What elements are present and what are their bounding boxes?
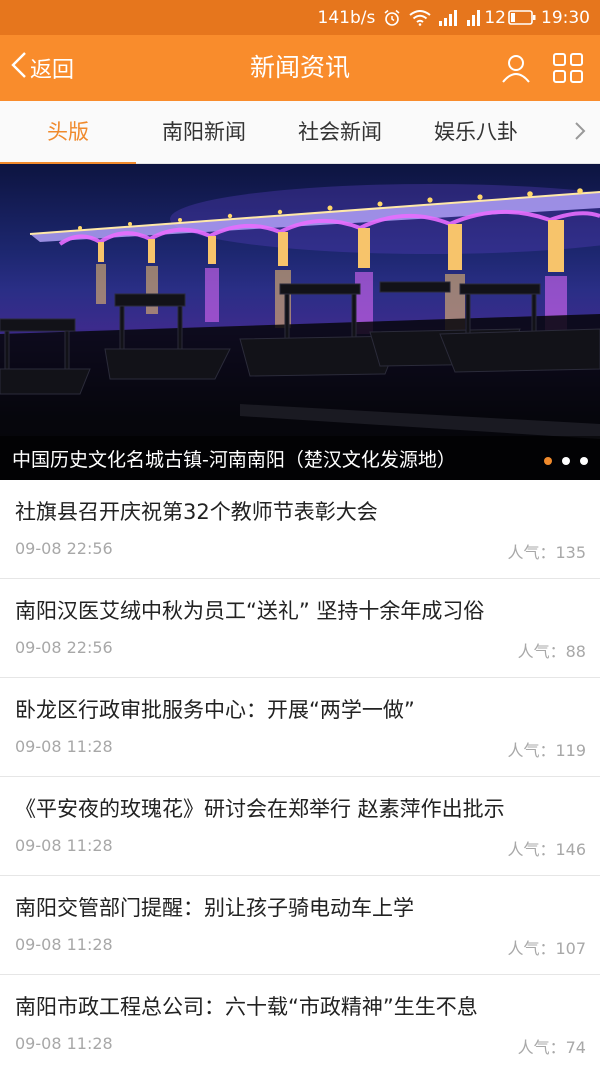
banner-caption: 中国历史文化名城古镇-河南南阳（楚汉文化发源地） [12, 449, 456, 471]
news-time: 09-08 11:28 [15, 836, 113, 855]
carousel-dot[interactable] [562, 457, 570, 465]
news-item[interactable]: 《平安夜的玫瑰花》研讨会在郑举行 赵素萍作出批示 09-08 11:28 人气：… [0, 777, 600, 876]
battery-level: 12 [484, 7, 506, 28]
banner-carousel[interactable]: 中国历史文化名城古镇-河南南阳（楚汉文化发源地） [0, 164, 600, 480]
news-item[interactable]: 社旗县召开庆祝第32个教师节表彰大会 09-08 22:56 人气：135 [0, 480, 600, 579]
news-title: 卧龙区行政审批服务中心：开展“两学一做” [15, 698, 415, 722]
news-popularity: 人气：119 [507, 741, 586, 760]
tab-headline[interactable]: 头版 [0, 101, 136, 164]
news-title: 南阳市政工程总公司：六十载“市政精神”生生不息 [15, 995, 478, 1019]
net-speed: 141b/s [317, 7, 376, 28]
signal-icon-2 [467, 9, 481, 26]
back-label: 返回 [30, 58, 75, 83]
app-header: 返回 新闻资讯 [0, 35, 600, 101]
carousel-dot[interactable] [580, 457, 588, 465]
tabs-more-button[interactable] [560, 101, 600, 164]
news-time: 09-08 22:56 [15, 539, 113, 558]
clock: 19:30 [541, 7, 590, 28]
news-item[interactable]: 南阳交管部门提醒：别让孩子骑电动车上学 09-08 11:28 人气：107 [0, 876, 600, 975]
carousel-dot[interactable] [544, 457, 552, 465]
news-list: 社旗县召开庆祝第32个教师节表彰大会 09-08 22:56 人气：135 南阳… [0, 480, 600, 1067]
battery-icon [508, 10, 536, 25]
news-popularity: 人气：146 [507, 840, 586, 859]
news-popularity: 人气：88 [517, 642, 586, 661]
grid-icon[interactable] [552, 52, 584, 88]
back-button[interactable]: 返回 [10, 35, 74, 101]
news-title: 社旗县召开庆祝第32个教师节表彰大会 [15, 500, 378, 524]
chevron-left-icon [10, 51, 30, 85]
category-tabs: 头版 南阳新闻 社会新闻 娱乐八卦 [0, 101, 600, 164]
news-time: 09-08 11:28 [15, 1034, 113, 1053]
tab-nanyang-news[interactable]: 南阳新闻 [136, 101, 272, 164]
wifi-icon [409, 9, 431, 26]
news-popularity: 人气：107 [507, 939, 586, 958]
news-time: 09-08 22:56 [15, 638, 113, 657]
chevron-right-icon [574, 121, 586, 145]
tab-society-news[interactable]: 社会新闻 [272, 101, 408, 164]
news-title: 《平安夜的玫瑰花》研讨会在郑举行 赵素萍作出批示 [15, 797, 505, 821]
carousel-indicator [534, 457, 588, 465]
banner-image [0, 184, 600, 480]
status-bar: 141b/s 12 19:30 [0, 0, 600, 35]
news-title: 南阳交管部门提醒：别让孩子骑电动车上学 [15, 896, 414, 920]
news-popularity: 人气：135 [507, 543, 586, 562]
user-icon[interactable] [500, 52, 532, 88]
signal-icon [439, 9, 459, 26]
news-time: 09-08 11:28 [15, 935, 113, 954]
news-popularity: 人气：74 [517, 1038, 586, 1057]
news-time: 09-08 11:28 [15, 737, 113, 756]
news-title: 南阳汉医艾绒中秋为员工“送礼” 坚持十余年成习俗 [15, 599, 485, 623]
news-item[interactable]: 南阳汉医艾绒中秋为员工“送礼” 坚持十余年成习俗 09-08 22:56 人气：… [0, 579, 600, 678]
tab-entertainment[interactable]: 娱乐八卦 [408, 101, 544, 164]
alarm-icon [383, 9, 401, 27]
news-item[interactable]: 南阳市政工程总公司：六十载“市政精神”生生不息 09-08 11:28 人气：7… [0, 975, 600, 1067]
news-item[interactable]: 卧龙区行政审批服务中心：开展“两学一做” 09-08 11:28 人气：119 [0, 678, 600, 777]
